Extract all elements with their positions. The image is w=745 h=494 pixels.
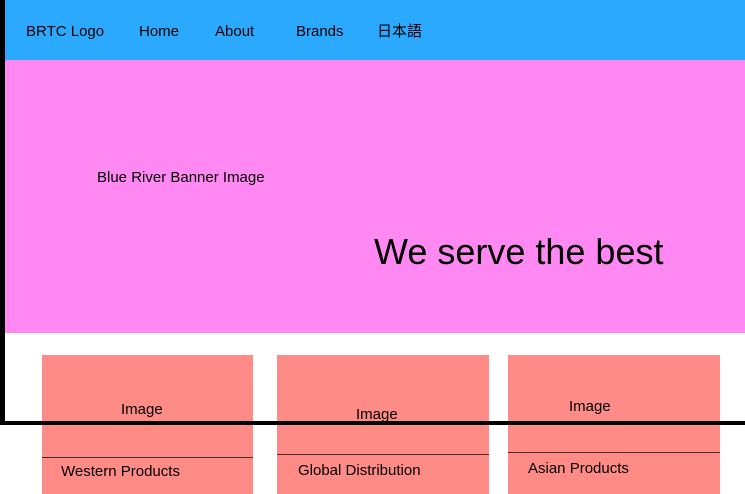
hero-banner: Blue River Banner Image We serve the bes… xyxy=(0,60,745,333)
brand-logo[interactable]: BRTC Logo xyxy=(26,22,104,42)
wireframe-page: BRTC Logo Home About Brands 日本語 Blue Riv… xyxy=(0,0,745,494)
card-image-placeholder: Image xyxy=(121,401,163,418)
top-navbar: BRTC Logo Home About Brands 日本語 xyxy=(0,0,745,60)
frame-left-border xyxy=(0,0,5,425)
banner-image-placeholder: Blue River Banner Image xyxy=(97,169,265,186)
card-image-placeholder: Image xyxy=(569,398,611,415)
banner-tagline: We serve the best xyxy=(374,231,664,272)
nav-item-japanese[interactable]: 日本語 xyxy=(377,22,422,42)
nav-item-home[interactable]: Home xyxy=(139,22,179,42)
card-title: Global Distribution xyxy=(298,462,421,479)
card-title: Asian Products xyxy=(528,460,629,477)
nav-item-about[interactable]: About xyxy=(215,22,254,42)
nav-item-brands[interactable]: Brands xyxy=(296,22,344,42)
frame-bottom-border xyxy=(0,421,745,425)
card-divider xyxy=(277,454,489,455)
card-divider xyxy=(508,452,720,453)
card-divider xyxy=(42,457,253,458)
card-title: Western Products xyxy=(61,463,180,480)
